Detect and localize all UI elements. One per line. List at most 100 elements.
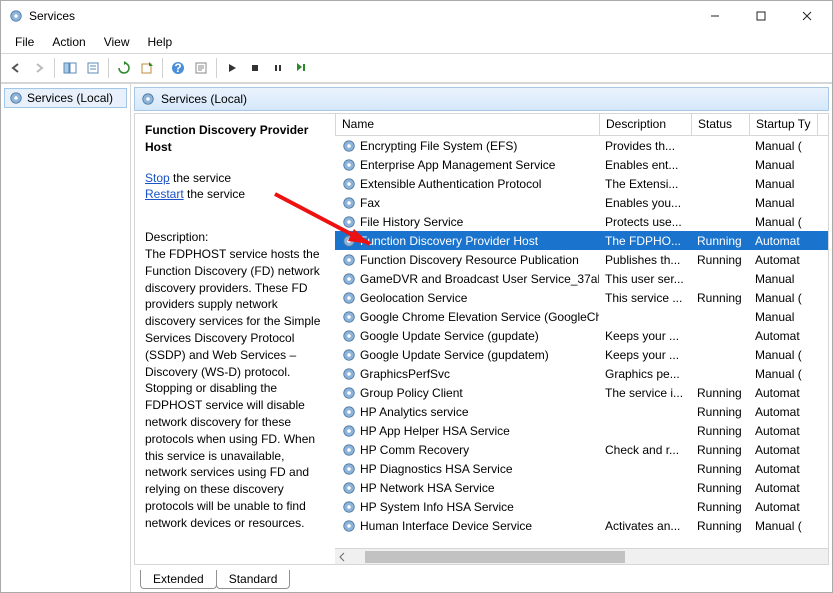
service-name-text: GraphicsPerfSvc — [360, 367, 450, 381]
service-row[interactable]: Group Policy ClientThe service i...Runni… — [335, 383, 828, 402]
service-row[interactable]: HP Comm RecoveryCheck and r...RunningAut… — [335, 440, 828, 459]
service-item-icon — [342, 462, 356, 476]
cell-description: Check and r... — [599, 443, 691, 457]
menu-action[interactable]: Action — [44, 33, 93, 51]
service-name-text: Fax — [360, 196, 380, 210]
stop-service-button[interactable] — [244, 57, 266, 79]
cell-description: Publishes th... — [599, 253, 691, 267]
service-row[interactable]: GraphicsPerfSvcGraphics pe...Manual ( — [335, 364, 828, 383]
cell-startup: Automat — [749, 253, 809, 267]
col-header-description[interactable]: Description — [600, 114, 692, 135]
service-row[interactable]: FaxEnables you...Manual — [335, 193, 828, 212]
start-service-button[interactable] — [221, 57, 243, 79]
service-row[interactable]: Encrypting File System (EFS)Provides th.… — [335, 136, 828, 155]
refresh-button[interactable] — [113, 57, 135, 79]
tree-node-services-local[interactable]: Services (Local) — [4, 88, 127, 108]
cell-description: Provides th... — [599, 139, 691, 153]
restart-service-button[interactable] — [290, 57, 312, 79]
scroll-left-icon[interactable] — [335, 550, 349, 564]
cell-name: Google Chrome Elevation Service (GoogleC… — [335, 310, 599, 324]
cell-name: Function Discovery Resource Publication — [335, 253, 599, 267]
minimize-button[interactable] — [692, 1, 738, 31]
service-row[interactable]: Google Update Service (gupdatem)Keeps yo… — [335, 345, 828, 364]
stop-link[interactable]: Stop — [145, 171, 170, 185]
service-item-icon — [342, 443, 356, 457]
cell-name: Fax — [335, 196, 599, 210]
service-row[interactable]: Function Discovery Provider HostThe FDPH… — [335, 231, 828, 250]
service-name-text: Google Update Service (gupdate) — [360, 329, 539, 343]
service-item-icon — [342, 405, 356, 419]
service-row[interactable]: Google Chrome Elevation Service (GoogleC… — [335, 307, 828, 326]
cell-startup: Manual — [749, 310, 809, 324]
forward-button[interactable] — [28, 57, 50, 79]
cell-name: GraphicsPerfSvc — [335, 367, 599, 381]
show-hide-tree-button[interactable] — [59, 57, 81, 79]
cell-name: Group Policy Client — [335, 386, 599, 400]
cell-status: Running — [691, 519, 749, 533]
col-header-name[interactable]: Name — [336, 114, 600, 135]
cell-name: GameDVR and Broadcast User Service_37ab4… — [335, 272, 599, 286]
service-row[interactable]: Extensible Authentication ProtocolThe Ex… — [335, 174, 828, 193]
cell-startup: Manual ( — [749, 348, 809, 362]
service-item-icon — [342, 481, 356, 495]
service-item-icon — [342, 367, 356, 381]
scrollbar-thumb[interactable] — [365, 551, 625, 563]
restart-link[interactable]: Restart — [145, 187, 184, 201]
tab-standard[interactable]: Standard — [216, 570, 291, 589]
cell-name: Geolocation Service — [335, 291, 599, 305]
service-name-text: HP Comm Recovery — [360, 443, 469, 457]
menu-file[interactable]: File — [7, 33, 42, 51]
cell-startup: Manual ( — [749, 291, 809, 305]
list-body[interactable]: Encrypting File System (EFS)Provides th.… — [335, 136, 828, 548]
properties-button[interactable] — [82, 57, 104, 79]
column-header-row: Name Description Status Startup Ty — [335, 114, 828, 136]
back-button[interactable] — [5, 57, 27, 79]
maximize-button[interactable] — [738, 1, 784, 31]
service-row[interactable]: File History ServiceProtects use...Manua… — [335, 212, 828, 231]
export-button[interactable] — [136, 57, 158, 79]
service-row[interactable]: Google Update Service (gupdate)Keeps you… — [335, 326, 828, 345]
col-header-startup[interactable]: Startup Ty — [750, 114, 818, 135]
right-panel: Services (Local) Function Discovery Prov… — [131, 84, 832, 592]
left-tree-panel[interactable]: Services (Local) — [1, 84, 131, 592]
service-row[interactable]: HP System Info HSA ServiceRunningAutomat — [335, 497, 828, 516]
service-row[interactable]: GameDVR and Broadcast User Service_37ab4… — [335, 269, 828, 288]
cell-status: Running — [691, 500, 749, 514]
service-item-icon — [342, 519, 356, 533]
service-row[interactable]: HP Network HSA ServiceRunningAutomat — [335, 478, 828, 497]
cell-status: Running — [691, 291, 749, 305]
service-row[interactable]: Human Interface Device ServiceActivates … — [335, 516, 828, 535]
service-name-text: Group Policy Client — [360, 386, 463, 400]
cell-name: Human Interface Device Service — [335, 519, 599, 533]
cell-startup: Manual — [749, 272, 809, 286]
cell-description: Activates an... — [599, 519, 691, 533]
service-row[interactable]: Enterprise App Management ServiceEnables… — [335, 155, 828, 174]
action-links: Stop the service Restart the service — [145, 170, 325, 204]
col-header-status[interactable]: Status — [692, 114, 750, 135]
help-topics-button[interactable] — [190, 57, 212, 79]
menu-help[interactable]: Help — [140, 33, 181, 51]
service-item-icon — [342, 272, 356, 286]
service-item-icon — [342, 424, 356, 438]
horizontal-scrollbar[interactable] — [335, 548, 828, 564]
service-name-text: Function Discovery Provider Host — [360, 234, 538, 248]
service-item-icon — [342, 139, 356, 153]
cell-startup: Manual ( — [749, 215, 809, 229]
service-row[interactable]: HP App Helper HSA ServiceRunningAutomat — [335, 421, 828, 440]
service-row[interactable]: HP Analytics serviceRunningAutomat — [335, 402, 828, 421]
service-row[interactable]: Geolocation ServiceThis service ...Runni… — [335, 288, 828, 307]
service-row[interactable]: Function Discovery Resource PublicationP… — [335, 250, 828, 269]
title-bar: Services — [1, 1, 832, 31]
cell-name: Function Discovery Provider Host — [335, 234, 599, 248]
tab-extended[interactable]: Extended — [140, 570, 217, 589]
cell-startup: Automat — [749, 481, 809, 495]
cell-name: Google Update Service (gupdatem) — [335, 348, 599, 362]
close-button[interactable] — [784, 1, 830, 31]
toolbar-divider — [108, 58, 109, 78]
help-button[interactable]: ? — [167, 57, 189, 79]
service-row[interactable]: HP Diagnostics HSA ServiceRunningAutomat — [335, 459, 828, 478]
cell-startup: Automat — [749, 234, 809, 248]
cell-description: Enables you... — [599, 196, 691, 210]
menu-view[interactable]: View — [96, 33, 138, 51]
pause-service-button[interactable] — [267, 57, 289, 79]
